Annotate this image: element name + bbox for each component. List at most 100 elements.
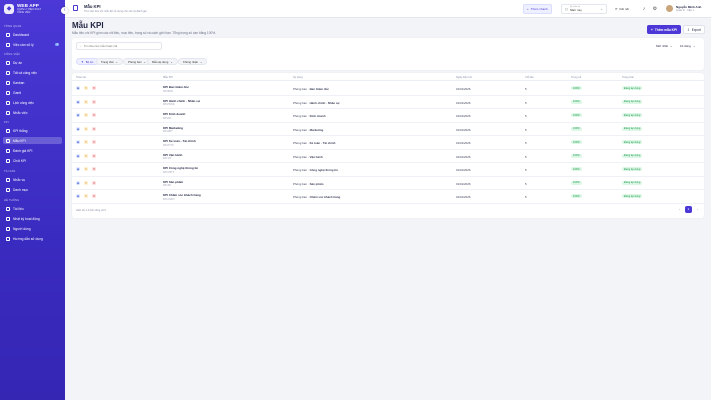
sidebar-item-help[interactable]: Hướng dẫn sử dụng xyxy=(3,235,62,242)
export-button[interactable]: ⇩ Export xyxy=(683,25,705,34)
view-icon[interactable]: ◉ xyxy=(76,153,80,158)
delete-icon[interactable]: ✕ xyxy=(92,153,96,158)
view-icon[interactable]: ◉ xyxy=(76,126,80,131)
edit-icon[interactable]: ✎ xyxy=(84,167,88,171)
kpi-template-name[interactable]: KPI Hành chính - Nhân sự xyxy=(163,99,200,103)
view-icon[interactable]: ◉ xyxy=(76,99,80,104)
search-box[interactable]: ⌕ xyxy=(76,42,162,50)
section-overview: TỔNG QUAN xyxy=(4,25,22,28)
edit-icon[interactable]: ✎ xyxy=(84,153,88,158)
delete-icon[interactable]: ✕ xyxy=(92,126,96,131)
kpi-template-name[interactable]: KPI Vận hành xyxy=(163,153,182,157)
sidebar: ◆ WEB APP QUẢN LÝ HIỆU SUẤT CÔNG VIỆC TỔ… xyxy=(0,0,65,400)
delete-icon[interactable]: ✕ xyxy=(92,99,96,104)
add-kpi-template-button[interactable]: + Thêm mẫu KPI xyxy=(647,25,681,34)
kpi-template-table: Thao tác Mẫu KPI Áp dụng Ngày hiệu lực C… xyxy=(72,73,704,218)
sidebar-item-users[interactable]: Người dùng xyxy=(3,225,62,232)
sidebar-item-catalog[interactable]: Danh mục xyxy=(3,186,62,193)
edit-icon[interactable]: ✎ xyxy=(84,140,88,144)
applies-cell: Phòng ban · Vận hành xyxy=(293,154,323,159)
delete-icon[interactable]: ✕ xyxy=(92,194,96,198)
table-row[interactable]: ◉ ✎ ✕ KPI Ban Giám đốc KPI-BGD Phòng ban · Ba… xyxy=(72,82,704,96)
sidebar-item-kpi-evaluation[interactable]: Đánh giá KPI xyxy=(3,147,62,154)
edit-icon[interactable]: ✎ xyxy=(84,99,88,104)
table-row[interactable]: ◉ ✎ ✕ KPI Marketing KPI-MKT Phòng ban · Marke… xyxy=(72,123,704,136)
edit-icon[interactable]: ✎ xyxy=(84,194,88,198)
view-icon[interactable]: ◉ xyxy=(76,86,80,90)
kpi-template-code: KPI-KD xyxy=(163,116,171,120)
table-row[interactable]: ◉ ✎ ✕ KPI Kinh doanh KPI-KD Phòng ban · Kinh … xyxy=(72,109,704,123)
quick-add-button[interactable]: + Thêm nhanh xyxy=(523,4,552,14)
view-icon[interactable]: ◉ xyxy=(76,113,80,117)
applies-cell: Phòng ban · Kế toán - Tài chính xyxy=(293,141,336,145)
status-badge: Đang áp dụng xyxy=(622,140,643,144)
app-logo-icon: ◆ xyxy=(4,4,14,14)
bell-icon[interactable]: ♪ xyxy=(640,5,648,13)
table-row[interactable]: ◉ ✎ ✕ KPI Kế toán - Tài chính KPI-KTTC Phòng … xyxy=(72,136,704,150)
sidebar-item-all-tasks[interactable]: Tất cả công việc xyxy=(3,69,62,76)
delete-icon[interactable]: ✕ xyxy=(92,180,96,185)
sidebar-item-pending[interactable]: Việc cần xử lý 3 xyxy=(3,41,62,48)
sidebar-item-duties[interactable]: Nhắc vụ xyxy=(3,176,62,183)
calendar-icon: ▢ xyxy=(565,7,568,11)
table-row[interactable]: ◉ ✎ ✕ KPI Công nghệ thông tin KPI-CNTT Phòng … xyxy=(72,163,704,177)
kpi-template-name[interactable]: KPI Sản phẩm xyxy=(163,180,183,184)
avatar[interactable] xyxy=(665,4,674,13)
col-applies: Áp dụng xyxy=(293,75,303,79)
sidebar-item-dashboard[interactable]: Dashboard xyxy=(3,31,62,38)
prev-page-icon[interactable]: ‹ xyxy=(676,206,683,213)
view-icon[interactable]: ◉ xyxy=(76,194,80,198)
delete-icon[interactable]: ✕ xyxy=(92,113,96,117)
edit-icon[interactable]: ✎ xyxy=(84,180,88,185)
sidebar-item-kpi-month[interactable]: KPI thắng xyxy=(3,127,62,134)
connect-button[interactable]: ⟳ Kết nối xyxy=(612,4,632,14)
sidebar-item-kpi-templates[interactable]: Mẫu KPI xyxy=(3,137,62,144)
next-page-icon[interactable]: › xyxy=(694,206,701,213)
chevron-left-icon[interactable]: ‹ xyxy=(61,7,68,14)
edit-icon[interactable]: ✎ xyxy=(84,86,88,90)
effective-date-cell: 01/01/2026 xyxy=(456,168,471,172)
table-row[interactable]: ◉ ✎ ✕ KPI Sản phẩm KPI-SP Phòng ban · Sản phẩ… xyxy=(72,177,704,190)
view-icon[interactable]: ◉ xyxy=(76,167,80,171)
table-row[interactable]: ◉ ✎ ✕ KPI Vận hành KPI-VH Phòng ban · Vận hàn… xyxy=(72,150,704,163)
kpi-template-name[interactable]: KPI Kế toán - Tài chính xyxy=(163,139,196,143)
unassigned-filter[interactable]: Không nhận ⌄ xyxy=(178,58,208,65)
sidebar-item-gantt[interactable]: Gantt xyxy=(3,89,62,96)
sidebar-item-activity-log[interactable]: Nhật ký hoạt động xyxy=(3,215,62,222)
delete-icon[interactable]: ✕ xyxy=(92,167,96,171)
delete-icon[interactable]: ✕ xyxy=(92,86,96,90)
kpi-template-name[interactable]: KPI Ban Giám đốc xyxy=(163,85,189,89)
template-filter[interactable]: Mẫu áp dụng ⌄ xyxy=(147,58,178,65)
edit-icon[interactable]: ✎ xyxy=(84,126,88,131)
sidebar-item-kanban[interactable]: Kanban xyxy=(3,79,62,86)
sidebar-item-calendar[interactable]: Lịch công việc xyxy=(3,99,62,106)
weight-badge: 100% xyxy=(571,180,582,185)
kpi-template-name[interactable]: KPI Chăm sóc khách hàng xyxy=(163,193,201,197)
kpi-template-name[interactable]: KPI Kinh doanh xyxy=(163,112,185,116)
search-input[interactable] xyxy=(83,44,158,48)
view-icon[interactable]: ◉ xyxy=(76,180,80,185)
delete-icon[interactable]: ✕ xyxy=(92,140,96,144)
rows-select[interactable]: 10 dòng ⌄ xyxy=(678,42,697,50)
col-status: Trạng thái xyxy=(622,75,634,79)
edit-icon[interactable]: ✎ xyxy=(84,113,88,117)
applies-cell: Phòng ban · Ban Giám đốc xyxy=(293,87,330,91)
sidebar-item-reminders[interactable]: Nhắc việc xyxy=(3,109,62,116)
page-1-button[interactable]: 1 xyxy=(685,206,692,213)
sidebar-item-documents[interactable]: Tài liệu xyxy=(3,205,62,212)
kpi-template-name[interactable]: KPI Marketing xyxy=(163,126,183,130)
kpi-template-name[interactable]: KPI Công nghệ thông tin xyxy=(163,166,198,170)
view-icon[interactable]: ◉ xyxy=(76,140,80,144)
settings-icon[interactable]: ⚙ xyxy=(651,5,659,13)
section-work: CÔNG VIỆC xyxy=(4,53,21,56)
table-row[interactable]: ◉ ✎ ✕ KPI Chăm sóc khách hàng KPI-CSKH Phòng … xyxy=(72,190,704,204)
sort-select[interactable]: Mới nhất ⌄ xyxy=(654,42,674,50)
sidebar-item-kpi-close[interactable]: Chốt KPI xyxy=(3,157,62,164)
section-kpi: KPI xyxy=(4,121,9,124)
status-filter[interactable]: Trạng thái ⌄ xyxy=(96,58,123,65)
sidebar-item-projects[interactable]: Dự án xyxy=(3,59,62,66)
period-select[interactable]: ▢ Kỳ hiện tại Năm nay ⌄ xyxy=(561,4,607,14)
table-row[interactable]: ◉ ✎ ✕ KPI Hành chính - Nhân sự KPI-HCNS Phòng… xyxy=(72,96,704,109)
grid-icon xyxy=(6,32,10,37)
targets-cell: 5 xyxy=(525,154,527,159)
